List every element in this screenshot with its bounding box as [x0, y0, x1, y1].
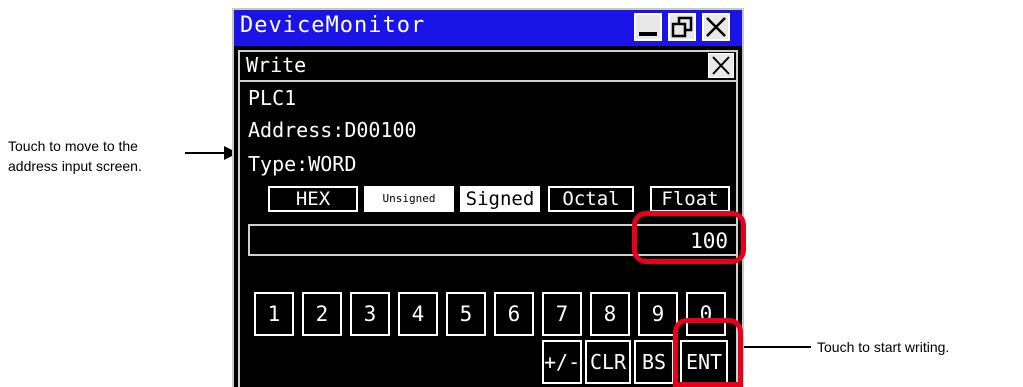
restore-icon — [671, 16, 693, 38]
close-icon — [712, 56, 730, 75]
close-button[interactable] — [702, 13, 730, 41]
sign-toggle-button[interactable]: +/- — [542, 340, 582, 384]
mode-signed-button[interactable]: Signed — [460, 186, 540, 212]
annotation-address: Touch to move to the address input scree… — [8, 138, 142, 174]
write-header: Write — [240, 52, 736, 82]
annotation-enter: Touch to start writing. — [817, 339, 950, 355]
mode-octal-button[interactable]: Octal — [548, 186, 634, 212]
highlight-enter — [673, 318, 743, 387]
minimize-icon — [639, 32, 657, 36]
key-8[interactable]: 8 — [590, 292, 630, 336]
mode-float-button[interactable]: Float — [650, 186, 730, 212]
title-bar[interactable]: DeviceMonitor — [234, 10, 742, 46]
key-1[interactable]: 1 — [254, 292, 294, 336]
window-title: DeviceMonitor — [240, 13, 426, 38]
minimize-button[interactable] — [634, 13, 662, 41]
key-3[interactable]: 3 — [350, 292, 390, 336]
key-2[interactable]: 2 — [302, 292, 342, 336]
backspace-button[interactable]: BS — [634, 340, 674, 384]
plc-name: PLC1 — [248, 86, 297, 110]
close-icon — [706, 17, 726, 37]
mode-hex-button[interactable]: HEX — [268, 186, 358, 212]
type-label: Type:WORD — [248, 152, 357, 176]
clear-button[interactable]: CLR — [585, 340, 631, 384]
address-field[interactable]: Address:D00100 — [248, 118, 417, 142]
key-4[interactable]: 4 — [398, 292, 438, 336]
key-6[interactable]: 6 — [494, 292, 534, 336]
arrow-enter — [735, 346, 811, 348]
arrow-address — [185, 152, 229, 154]
key-7[interactable]: 7 — [542, 292, 582, 336]
device-monitor-window: DeviceMonitor Write PLC1 Address:D00100 … — [232, 8, 744, 387]
mode-unsigned-button[interactable]: Unsigned — [364, 186, 454, 212]
write-title: Write — [246, 53, 307, 77]
key-5[interactable]: 5 — [446, 292, 486, 336]
write-close-button[interactable] — [708, 53, 734, 78]
maximize-button[interactable] — [668, 13, 696, 41]
highlight-value — [632, 211, 746, 264]
key-9[interactable]: 9 — [638, 292, 678, 336]
